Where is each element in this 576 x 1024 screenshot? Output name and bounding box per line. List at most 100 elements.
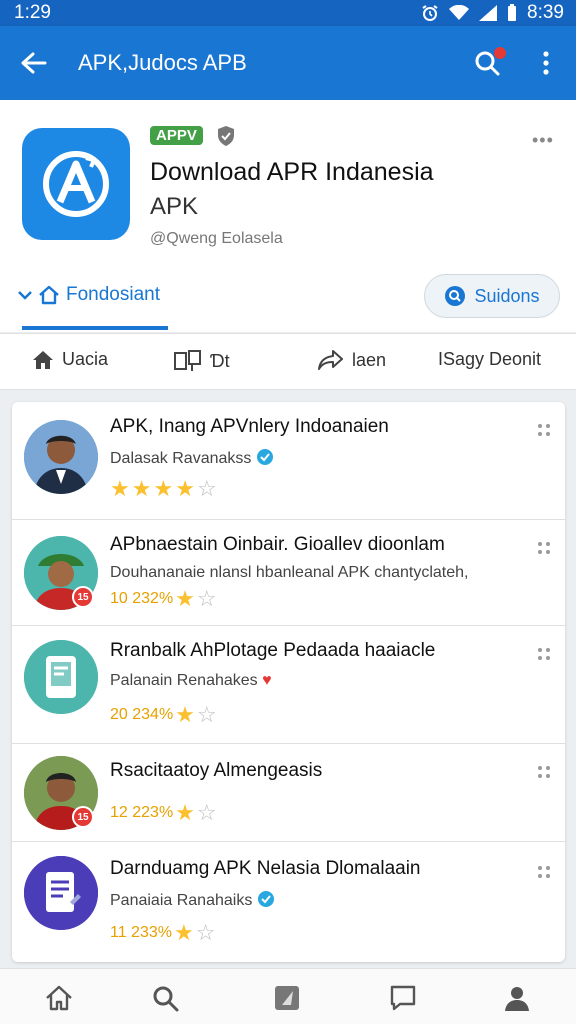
list-item[interactable]: Rranbalk AhPlotage Pedaada haaiacle Pala… xyxy=(12,626,565,744)
rating-value: 20 234% xyxy=(110,706,174,723)
drag-handle-icon[interactable] xyxy=(537,764,551,780)
item-subtitle: Panaiaia Ranahaiks xyxy=(110,890,275,910)
app-root: 1:29 8:39 APK,Judocs APB APPV Download A… xyxy=(0,0,576,1024)
item-title: APbnaestain Oinbair. Gioallev dioonlam xyxy=(110,534,445,555)
tab-uacia-label: Uacia xyxy=(62,349,109,369)
app-icon xyxy=(22,128,130,240)
item-subtitle-text: Palanain Renahakes xyxy=(110,672,258,689)
back-button[interactable] xyxy=(0,26,68,100)
nav-profile[interactable] xyxy=(502,983,532,1013)
home-icon xyxy=(46,985,72,1011)
split-icon xyxy=(174,350,201,371)
tab-isagy-label: ISagy Deonit xyxy=(438,349,542,369)
star-empty-icon: ☆ xyxy=(195,920,216,945)
overflow-menu-button[interactable] xyxy=(526,38,566,88)
app-bar: APK,Judocs APB xyxy=(0,26,576,100)
status-time: 1:29 xyxy=(14,2,51,23)
notification-dot xyxy=(494,47,506,59)
app-badge: APPV xyxy=(150,126,203,145)
alarm-icon xyxy=(422,5,438,21)
header-more-button[interactable]: ••• xyxy=(532,130,554,151)
tab-uacia[interactable]: Uacia xyxy=(32,349,108,370)
app-title: Download APR Indanesia xyxy=(150,158,434,186)
document-app-icon xyxy=(24,856,98,930)
drag-handle-icon[interactable] xyxy=(537,540,551,556)
app-list: APK, Inang APVnlery Indoanaien Dalasak R… xyxy=(12,402,565,962)
drag-handle-icon[interactable] xyxy=(537,422,551,438)
person-avatar-icon xyxy=(24,420,98,494)
status-bar: 1:29 8:39 xyxy=(0,0,576,26)
more-vert-icon xyxy=(543,51,549,75)
star-empty-icon: ☆ xyxy=(196,586,217,611)
list-item[interactable]: Darnduamg APK Nelasia Dlomalaain Panaiai… xyxy=(12,842,565,962)
home-outline-icon xyxy=(39,285,59,305)
tab-split-label: Ɗt xyxy=(210,350,230,371)
drag-handle-icon[interactable] xyxy=(537,646,551,662)
action-pill-button[interactable]: Suidons xyxy=(424,274,560,318)
tab-share-label: laen xyxy=(352,349,387,370)
notification-badge: 15 xyxy=(72,806,94,828)
tablet-app-icon xyxy=(24,640,98,714)
nav-search[interactable] xyxy=(150,983,180,1013)
back-arrow-icon xyxy=(21,52,47,74)
nav-apps[interactable] xyxy=(272,983,302,1013)
app-header-card: APPV Download APR Indanesia APK @Qweng E… xyxy=(0,100,576,332)
wifi-icon xyxy=(449,5,470,20)
list-item[interactable]: 15 APbnaestain Oinbair. Gioallev dioonla… xyxy=(12,520,565,626)
shield-icon xyxy=(218,126,234,146)
star-icon: ★ xyxy=(175,476,195,501)
tab-isagy[interactable]: ISagy Deonit xyxy=(438,349,541,370)
item-title: Rsacitaatoy Almengeasis xyxy=(110,760,323,781)
item-rating: 11 233% ★ ☆ xyxy=(110,922,215,944)
tab-share[interactable]: laen xyxy=(318,349,386,371)
item-subtitle: Palanain Renahakes ♥ xyxy=(110,672,272,690)
star-icon: ★ xyxy=(175,586,195,611)
avatar xyxy=(24,640,98,714)
tab-split[interactable]: Ɗt xyxy=(174,349,230,373)
item-title: APK, Inang APVnlery Indoanaien xyxy=(110,416,389,437)
drag-handle-icon[interactable] xyxy=(537,864,551,880)
status-icons: 8:39 xyxy=(421,2,564,24)
avatar xyxy=(24,856,98,930)
apps-icon xyxy=(275,986,299,1010)
avatar xyxy=(24,420,98,494)
chat-icon xyxy=(390,985,416,1011)
share-icon xyxy=(318,350,343,370)
bottom-navigation xyxy=(0,968,576,1024)
status-time-right: 8:39 xyxy=(527,2,564,23)
star-empty-icon: ☆ xyxy=(196,702,217,727)
app-subtitle: APK xyxy=(150,193,199,220)
nav-home[interactable] xyxy=(44,983,74,1013)
tab-fondosiant-label: Fondosiant xyxy=(66,284,161,305)
list-item[interactable]: APK, Inang APVnlery Indoanaien Dalasak R… xyxy=(12,402,565,520)
active-tab-indicator xyxy=(22,326,168,330)
action-pill-label: Suidons xyxy=(474,285,540,306)
heart-icon: ♥ xyxy=(262,672,272,689)
star-empty-icon: ☆ xyxy=(196,800,217,825)
item-subtitle-text: Dalasak Ravanakss xyxy=(110,450,252,467)
verified-icon xyxy=(257,891,274,907)
secondary-tab-row: Uacia Ɗt laen ISagy Deonit xyxy=(0,333,576,390)
item-title: Rranbalk AhPlotage Pedaada haaiacle xyxy=(110,640,436,661)
star-empty-icon: ☆ xyxy=(196,476,217,501)
star-icon: ★ xyxy=(175,702,195,727)
battery-icon xyxy=(508,4,517,21)
search-icon xyxy=(153,986,179,1012)
item-rating: ★ ★ ★ ★ ☆ xyxy=(110,478,217,500)
nav-messages[interactable] xyxy=(388,983,418,1013)
search-button[interactable] xyxy=(462,38,512,88)
item-rating: 12 223% ★ ☆ xyxy=(110,802,217,824)
star-icon: ★ xyxy=(131,476,152,501)
app-developer[interactable]: @Qweng Eolasela xyxy=(150,230,283,248)
item-subtitle: Dalasak Ravanakss xyxy=(110,448,274,468)
tab-fondosiant[interactable]: Fondosiant xyxy=(18,284,160,306)
home-icon xyxy=(33,350,53,369)
search-badge-icon xyxy=(445,286,466,306)
star-icon: ★ xyxy=(110,476,130,501)
item-rating: 20 234% ★ ☆ xyxy=(110,704,217,726)
rating-value: 10 232% xyxy=(110,590,174,607)
star-icon: ★ xyxy=(153,476,174,501)
list-item[interactable]: 15 Rsacitaatoy Almengeasis 12 223% ★ ☆ xyxy=(12,744,565,842)
item-subtitle: Douhananaie nlansl hbanleanal APK chanty… xyxy=(110,564,469,581)
person-icon xyxy=(505,987,529,1011)
